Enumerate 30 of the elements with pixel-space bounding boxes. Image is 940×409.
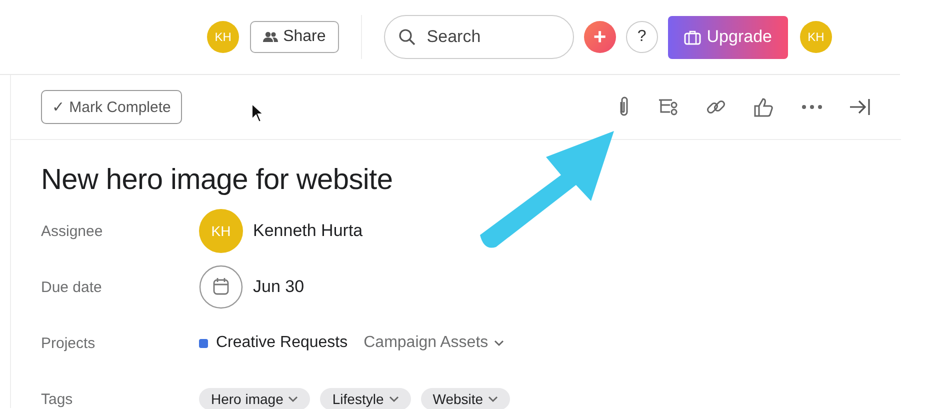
briefcase-icon	[684, 30, 701, 44]
chevron-down-icon	[288, 396, 298, 402]
upgrade-button[interactable]: Upgrade	[668, 16, 788, 58]
chevron-down-icon	[488, 396, 498, 402]
people-icon	[263, 31, 278, 43]
share-button[interactable]: Share	[250, 21, 339, 53]
chevron-down-icon	[494, 340, 504, 346]
task-title: New hero image for website	[41, 164, 394, 197]
calendar-icon[interactable]	[199, 265, 243, 309]
tag-chip[interactable]: Hero image	[199, 388, 310, 409]
search-icon	[398, 28, 416, 46]
field-label: Projects	[41, 334, 96, 352]
tag-chip[interactable]: Lifestyle	[320, 388, 411, 409]
subtask-icon[interactable]	[657, 97, 679, 117]
due-date[interactable]: Jun 30	[253, 277, 304, 297]
thumbs-up-icon[interactable]	[753, 97, 775, 117]
more-icon[interactable]	[801, 104, 823, 110]
assignee-name[interactable]: Kenneth Hurta	[253, 221, 363, 241]
cursor-icon	[251, 103, 265, 123]
field-label: Tags	[41, 390, 74, 408]
mark-complete-button[interactable]: ✓ Mark Complete	[41, 90, 182, 124]
section-dropdown[interactable]: Campaign Assets	[364, 334, 504, 352]
field-label: Due date	[41, 278, 103, 296]
collapse-panel-icon[interactable]	[849, 98, 871, 116]
chevron-down-icon	[388, 396, 399, 402]
help-button[interactable]: ?	[626, 21, 658, 53]
tag-chip[interactable]: Website	[420, 388, 510, 409]
project-name[interactable]: Creative Requests	[216, 334, 348, 352]
search-field[interactable]: Search	[384, 15, 574, 59]
field-label: Assignee	[41, 222, 104, 240]
